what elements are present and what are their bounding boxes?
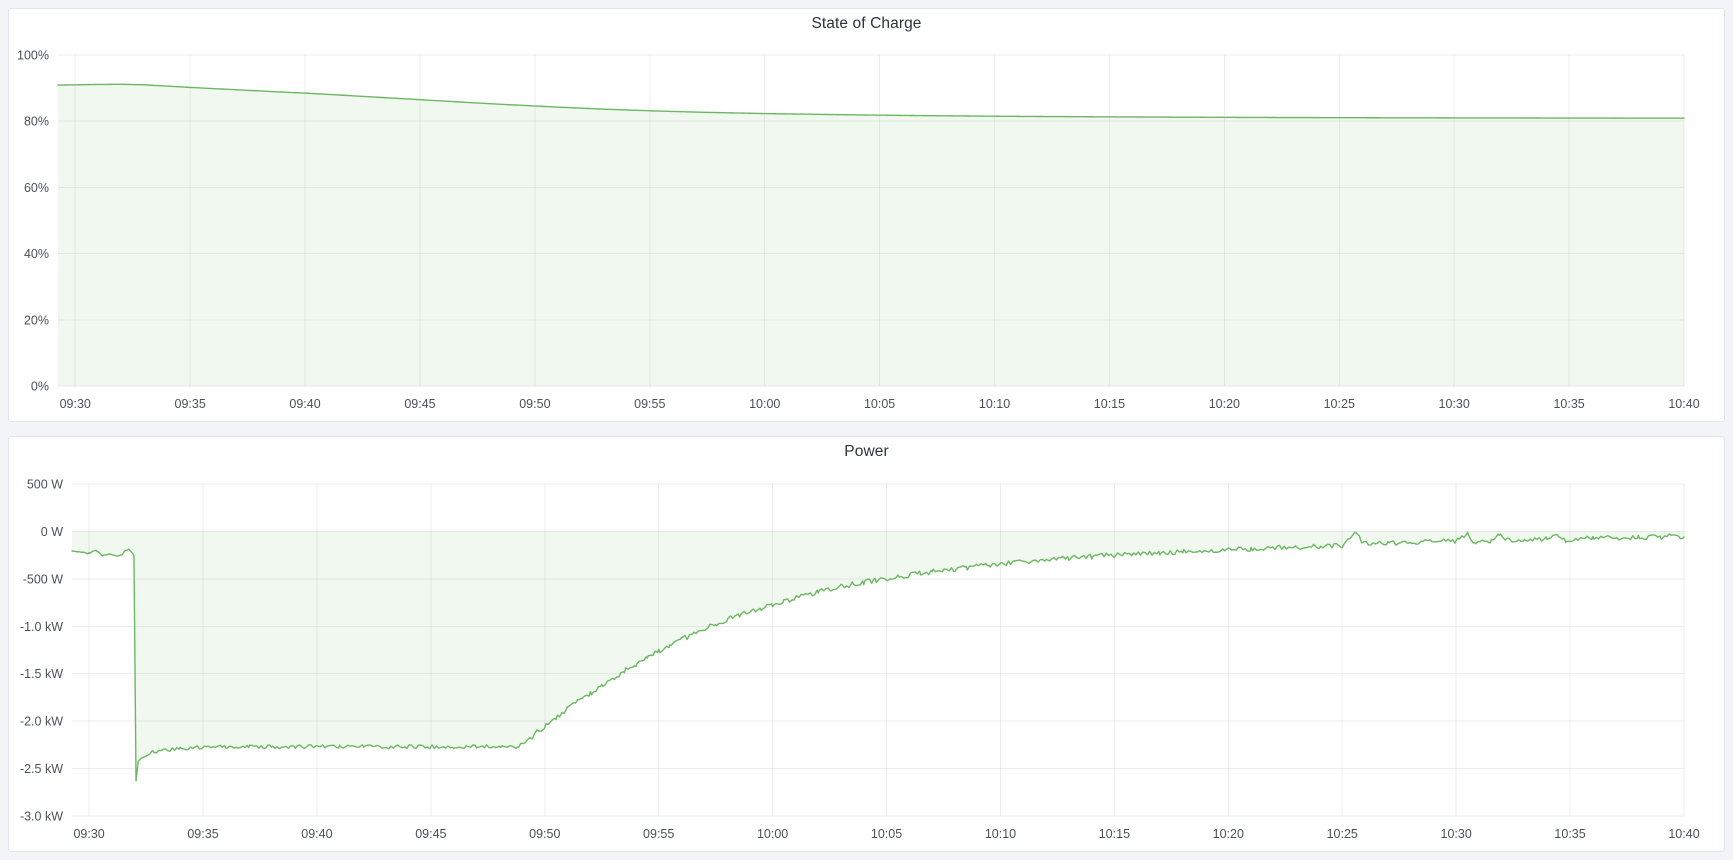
x-axis-tick-label: 10:30 xyxy=(1441,827,1472,841)
x-axis-tick-label: 10:40 xyxy=(1668,397,1699,411)
power-chart[interactable]: 500 W 0 W -500 W -1.0 kW -1.5 kW -2.0 kW -2.5 … xyxy=(9,467,1724,851)
x-axis-tick-label: 09:35 xyxy=(175,397,206,411)
y-axis-tick-label: 100% xyxy=(17,49,49,63)
x-axis-tick-label: 09:30 xyxy=(60,397,91,411)
series-area-fill xyxy=(58,84,1684,386)
soc-panel-header[interactable]: State of Charge xyxy=(9,9,1724,39)
x-axis-tick-label: 09:30 xyxy=(73,827,104,841)
y-axis-tick-label: 20% xyxy=(24,313,49,327)
x-axis-tick-label: 10:05 xyxy=(864,397,895,411)
x-axis-tick-label: 10:05 xyxy=(871,827,902,841)
y-axis-tick-label: 80% xyxy=(24,115,49,129)
x-axis-tick-label: 10:00 xyxy=(757,827,788,841)
x-axis-tick-label: 09:55 xyxy=(643,827,674,841)
x-axis-tick-label: 09:50 xyxy=(529,827,560,841)
x-axis-tick-label: 10:25 xyxy=(1324,397,1355,411)
x-axis-tick-label: 10:35 xyxy=(1553,397,1584,411)
x-axis-tick-label: 10:35 xyxy=(1554,827,1585,841)
soc-chart-area: 0% 20% 40% 60% 80% 100% 09:30 09:35 09:40 09:45 09… xyxy=(9,39,1724,421)
x-axis-tick-label: 10:20 xyxy=(1209,397,1240,411)
x-axis-tick-label: 09:40 xyxy=(301,827,332,841)
x-axis-tick-label: 10:10 xyxy=(979,397,1010,411)
x-axis-tick-label: 10:25 xyxy=(1327,827,1358,841)
soc-panel: State of Charge 0%20%40%60%80%100%09:300… xyxy=(8,8,1725,422)
x-axis-tick-label: 09:50 xyxy=(519,397,550,411)
x-axis-tick-label: 10:00 xyxy=(749,397,780,411)
y-axis-tick-label: 0 W xyxy=(41,525,63,539)
y-axis-tick-label: -1.5 kW xyxy=(20,667,63,681)
y-axis-tick-label: 40% xyxy=(24,247,49,261)
x-axis-tick-label: 09:45 xyxy=(404,397,435,411)
x-axis-tick-label: 10:15 xyxy=(1099,827,1130,841)
x-axis-tick-label: 10:40 xyxy=(1668,827,1699,841)
soc-chart[interactable]: 0% 20% 40% 60% 80% 100% 09:30 09:35 09:40 09:45 09… xyxy=(9,39,1724,421)
y-axis-tick-label: -3.0 kW xyxy=(20,810,63,824)
y-axis-tick-label: -1.0 kW xyxy=(20,620,63,634)
power-panel-header[interactable]: Power xyxy=(9,437,1724,467)
y-axis-tick-label: 500 W xyxy=(27,478,63,492)
y-axis-tick-label: -500 W xyxy=(23,572,63,586)
x-axis-tick-label: 09:45 xyxy=(415,827,446,841)
x-axis-tick-label: 09:40 xyxy=(289,397,320,411)
y-axis-tick-label: 60% xyxy=(24,181,49,195)
power-panel-title: Power xyxy=(844,443,888,461)
x-axis-tick-label: 10:10 xyxy=(985,827,1016,841)
x-axis-tick-label: 09:55 xyxy=(634,397,665,411)
power-chart-area: 500 W 0 W -500 W -1.0 kW -1.5 kW -2.0 kW -2.5 … xyxy=(9,467,1724,851)
x-axis-tick-label: 10:15 xyxy=(1094,397,1125,411)
x-axis-tick-label: 10:20 xyxy=(1213,827,1244,841)
power-panel: Power 500 W 0 W -500 W -1.0 kW -1.5 kW -2.0 k… xyxy=(8,436,1725,852)
x-axis-tick-label: 10:30 xyxy=(1439,397,1470,411)
series-area-fill xyxy=(72,531,1684,780)
x-axis-tick-label: 09:35 xyxy=(187,827,218,841)
y-axis-tick-label: -2.5 kW xyxy=(20,762,63,776)
y-axis-tick-label: 0% xyxy=(31,380,49,394)
soc-panel-title: State of Charge xyxy=(811,15,921,33)
y-axis-tick-label: -2.0 kW xyxy=(20,715,63,729)
